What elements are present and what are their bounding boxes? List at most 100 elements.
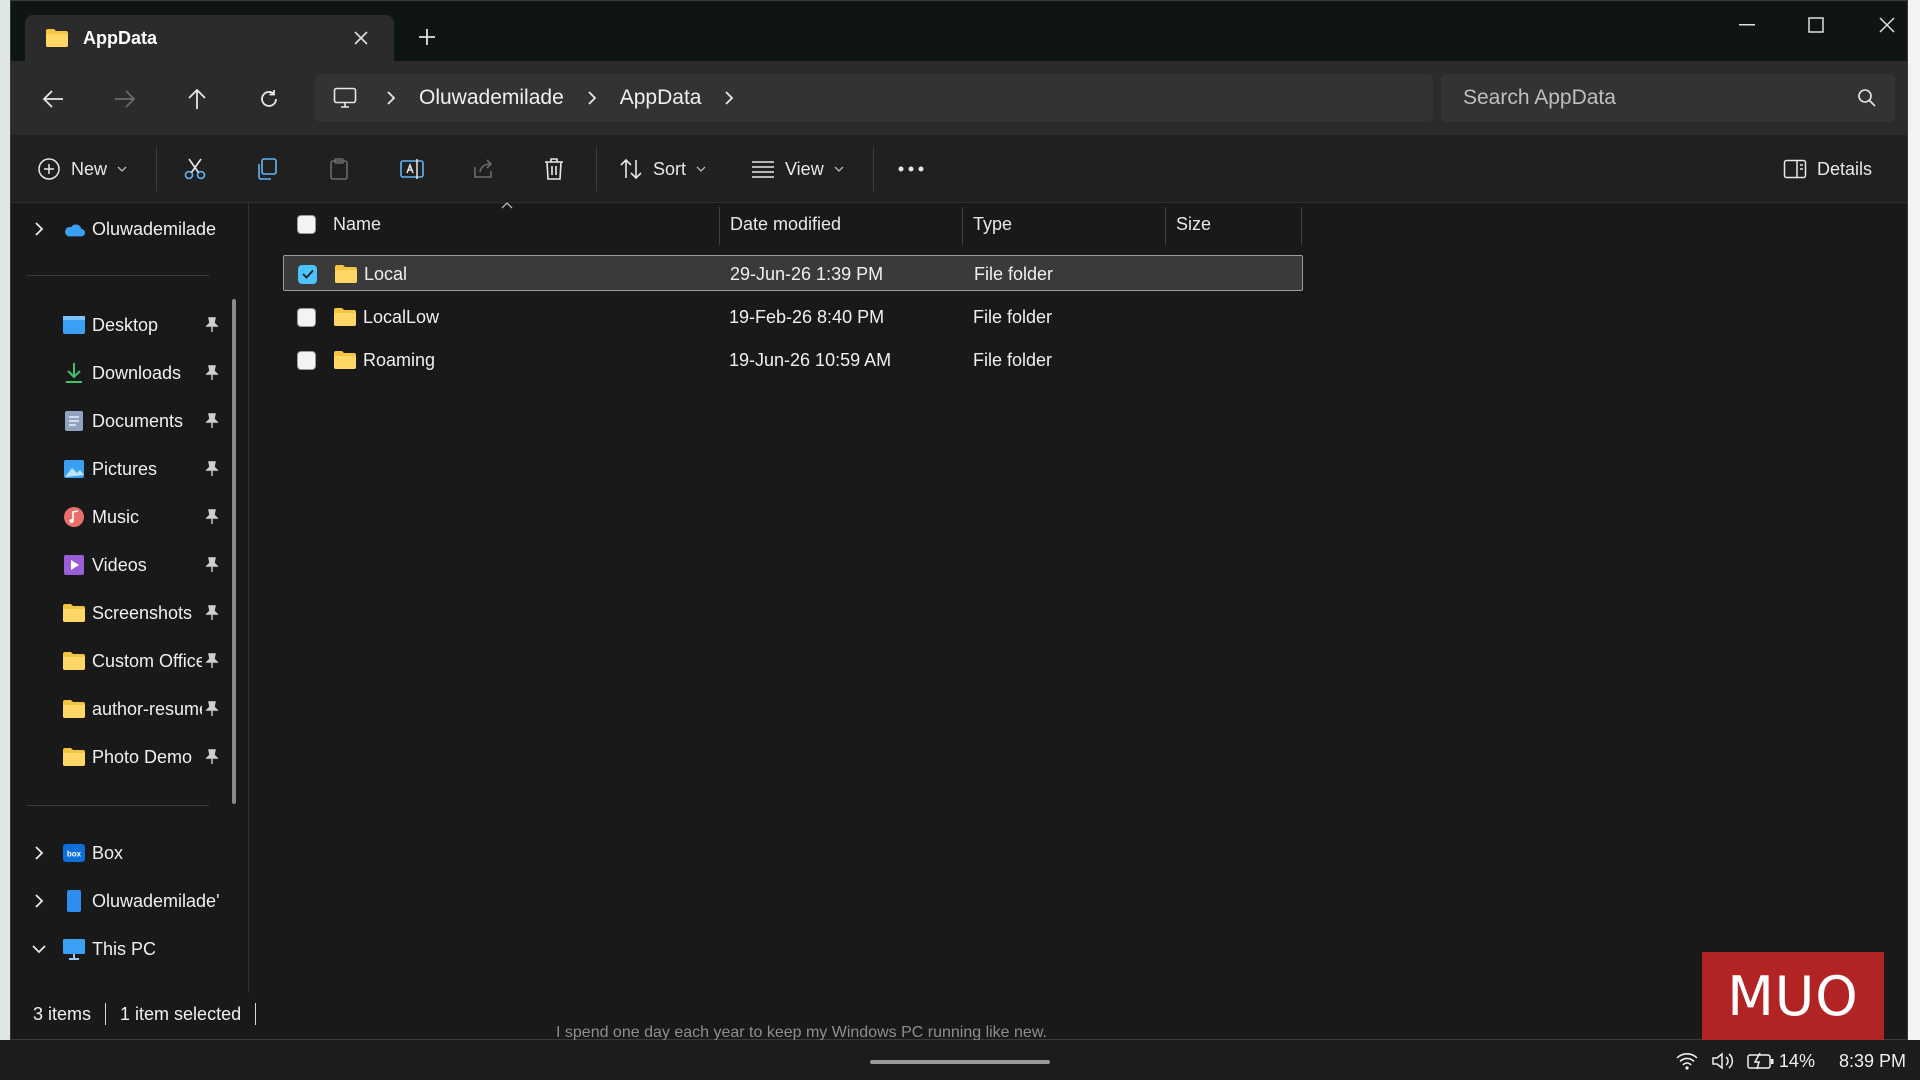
refresh-button[interactable] <box>251 81 287 117</box>
folder-icon <box>333 299 357 335</box>
pin-icon[interactable] <box>203 364 221 382</box>
sidebar-item-music[interactable]: Music <box>11 497 241 537</box>
paste-icon <box>330 158 348 180</box>
column-divider[interactable] <box>1301 207 1302 245</box>
maximize-button[interactable] <box>1786 7 1846 43</box>
column-divider[interactable] <box>1165 207 1166 245</box>
sidebar-item-label: Screenshots <box>92 602 193 623</box>
chevron-down-icon[interactable] <box>29 939 49 959</box>
pane-splitter[interactable] <box>248 203 249 993</box>
chevron-right-icon[interactable] <box>29 891 49 911</box>
breadcrumb-oluwademilade[interactable]: Oluwademilade <box>419 86 564 110</box>
pin-icon[interactable] <box>203 316 221 334</box>
new-button[interactable]: New <box>37 149 127 189</box>
table-row[interactable]: Local 29-Jun-26 1:39 PM File folder <box>283 255 1303 291</box>
search-icon[interactable] <box>1857 88 1877 108</box>
pin-icon[interactable] <box>203 508 221 526</box>
chevron-right-icon[interactable] <box>719 90 739 106</box>
row-checkbox[interactable] <box>297 342 316 378</box>
column-divider[interactable] <box>719 207 720 245</box>
pin-icon[interactable] <box>203 700 221 718</box>
tab-appdata[interactable]: AppData <box>25 15 394 61</box>
column-divider[interactable] <box>962 207 963 245</box>
new-tab-button[interactable] <box>413 23 441 51</box>
plus-circle-icon <box>38 158 60 180</box>
pin-icon[interactable] <box>203 412 221 430</box>
cut-button[interactable] <box>183 149 207 189</box>
copy-icon <box>258 158 277 180</box>
sidebar-item-screenshots[interactable]: Screenshots <box>11 593 241 633</box>
wifi-icon[interactable] <box>1675 1052 1699 1070</box>
sidebar-item-author-resume[interactable]: author-resume <box>11 689 241 729</box>
rename-button[interactable] <box>399 149 425 189</box>
chevron-right-icon[interactable] <box>29 843 49 863</box>
table-row[interactable]: LocalLow 19-Feb-26 8:40 PM File folder <box>283 299 1303 335</box>
pin-icon[interactable] <box>203 604 221 622</box>
onedrive-cloud-icon <box>62 218 86 240</box>
chevron-right-icon[interactable] <box>582 90 602 106</box>
battery-charging-icon[interactable] <box>1747 1052 1775 1070</box>
back-button[interactable] <box>35 81 71 117</box>
sidebar-item-phone[interactable]: Oluwademilade' <box>11 881 241 921</box>
close-tab-icon[interactable] <box>350 27 372 49</box>
chevron-down-icon <box>117 166 127 172</box>
new-label: New <box>71 158 108 179</box>
column-type[interactable]: Type <box>973 203 1012 245</box>
sidebar-item-downloads[interactable]: Downloads <box>11 353 241 393</box>
pin-icon[interactable] <box>203 652 221 670</box>
sidebar-item-box[interactable]: box Box <box>11 833 241 873</box>
column-name[interactable]: Name <box>333 203 381 245</box>
chevron-down-icon <box>696 166 706 172</box>
home-indicator[interactable] <box>870 1060 1050 1064</box>
sidebar-item-desktop[interactable]: Desktop <box>11 305 241 345</box>
chevron-right-icon[interactable] <box>381 90 401 106</box>
forward-button[interactable] <box>107 81 143 117</box>
sidebar-item-custom-office-templates[interactable]: Custom Office Templates <box>11 641 241 681</box>
system-tray: 14% 8:39 PM <box>1663 1048 1906 1074</box>
select-all-checkbox[interactable] <box>297 203 316 245</box>
status-divider <box>105 1003 107 1025</box>
table-row[interactable]: Roaming 19-Jun-26 10:59 AM File folder <box>283 342 1303 378</box>
view-button[interactable]: View <box>751 149 844 189</box>
desktop-edge-right <box>1908 0 1920 1040</box>
sidebar-divider <box>27 805 209 806</box>
file-type: File folder <box>974 263 1054 284</box>
sidebar-item-videos[interactable]: Videos <box>11 545 241 585</box>
sidebar-item-label: Photo Demo <box>92 746 193 767</box>
clock[interactable]: 8:39 PM <box>1839 1051 1906 1072</box>
row-checkbox[interactable] <box>297 299 316 335</box>
sidebar-item-onedrive[interactable]: Oluwademilade <box>11 209 241 249</box>
column-size[interactable]: Size <box>1176 203 1211 245</box>
sidebar-scrollbar[interactable] <box>232 299 236 804</box>
sidebar-item-photo-demo[interactable]: Photo Demo <box>11 737 241 777</box>
search-input[interactable]: Search AppData <box>1441 74 1895 122</box>
details-button[interactable]: Details <box>1783 149 1872 189</box>
navigation-pane: Oluwademilade Desktop Downloads Document… <box>11 203 249 993</box>
pin-icon[interactable] <box>203 460 221 478</box>
volume-icon[interactable] <box>1711 1051 1735 1071</box>
row-checkbox[interactable] <box>298 256 317 292</box>
address-bar[interactable]: Oluwademilade AppData <box>315 74 1433 122</box>
minimize-button[interactable] <box>1717 7 1777 43</box>
file-name: Local <box>364 263 408 284</box>
close-window-button[interactable] <box>1857 7 1917 43</box>
column-date-modified[interactable]: Date modified <box>730 203 841 245</box>
sort-button[interactable]: Sort <box>619 149 706 189</box>
sidebar-item-pictures[interactable]: Pictures <box>11 449 241 489</box>
pin-icon[interactable] <box>203 748 221 766</box>
paste-button[interactable] <box>327 149 351 189</box>
share-button[interactable] <box>471 149 495 189</box>
delete-button[interactable] <box>543 149 565 189</box>
more-options-button[interactable] <box>897 149 925 189</box>
music-icon <box>62 506 86 528</box>
breadcrumb-appdata[interactable]: AppData <box>620 86 702 110</box>
sidebar-item-this-pc[interactable]: This PC <box>11 929 241 969</box>
search-placeholder: Search AppData <box>1463 86 1616 109</box>
file-name: Roaming <box>363 349 436 370</box>
up-button[interactable] <box>179 81 215 117</box>
pc-icon <box>62 938 86 960</box>
pin-icon[interactable] <box>203 556 221 574</box>
copy-button[interactable] <box>255 149 279 189</box>
sidebar-item-documents[interactable]: Documents <box>11 401 241 441</box>
chevron-right-icon[interactable] <box>29 219 49 239</box>
